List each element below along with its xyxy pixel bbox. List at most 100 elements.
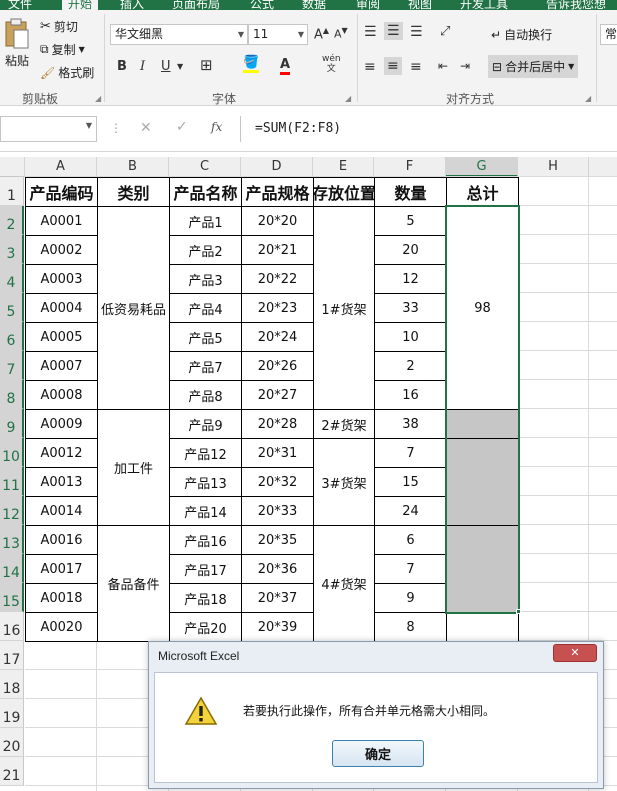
table-cell-spec[interactable]: 20*33 — [241, 496, 314, 526]
table-cell-quantity[interactable]: 15 — [374, 467, 447, 497]
table-cell-quantity[interactable]: 7 — [374, 438, 447, 468]
table-cell-name[interactable]: 产品9 — [169, 409, 242, 439]
align-left-icon[interactable]: ≡ — [364, 59, 376, 75]
table-cell-location[interactable]: 4#货架 — [313, 525, 375, 642]
column-header-c[interactable]: C — [169, 157, 241, 177]
table-cell-quantity[interactable]: 24 — [374, 496, 447, 526]
header-cell-location[interactable]: 存放位置 — [313, 177, 375, 207]
table-cell-quantity[interactable]: 5 — [374, 206, 447, 236]
row-header-6[interactable]: 6 — [0, 322, 24, 351]
table-cell-quantity[interactable]: 20 — [374, 235, 447, 265]
row-header-21[interactable]: 21 — [0, 757, 24, 786]
table-cell-spec[interactable]: 20*24 — [241, 322, 314, 352]
underline-button[interactable]: U — [161, 59, 171, 74]
table-cell-name[interactable]: 产品20 — [169, 612, 242, 642]
table-cell-quantity[interactable]: 33 — [374, 293, 447, 323]
italic-button[interactable]: I — [140, 59, 145, 74]
table-cell-location[interactable]: 2#货架 — [313, 409, 375, 439]
table-cell-name[interactable]: 产品18 — [169, 583, 242, 613]
table-cell-spec[interactable]: 20*21 — [241, 235, 314, 265]
row-header-16[interactable]: 16 — [0, 612, 24, 641]
row-header-12[interactable]: 12 — [0, 496, 24, 525]
table-cell-code[interactable]: A0012 — [25, 438, 98, 468]
dialog-close-button[interactable]: ✕ — [553, 644, 597, 662]
font-size-combo[interactable]: 11 ▼ — [248, 24, 308, 45]
row-header-3[interactable]: 3 — [0, 235, 24, 264]
header-cell-quantity[interactable]: 数量 — [374, 177, 447, 207]
table-cell-code[interactable]: A0004 — [25, 293, 98, 323]
table-cell-total-empty[interactable] — [446, 525, 519, 613]
tab-view[interactable]: 视图 — [408, 0, 432, 10]
row-header-10[interactable]: 10 — [0, 438, 24, 467]
tab-formulas[interactable]: 公式 — [250, 0, 274, 10]
table-cell-name[interactable]: 产品4 — [169, 293, 242, 323]
row-header-11[interactable]: 11 — [0, 467, 24, 496]
paste-button[interactable]: 粘贴 — [4, 18, 30, 69]
increase-indent-icon[interactable]: ⇥ — [460, 59, 470, 73]
table-cell-spec[interactable]: 20*39 — [241, 612, 314, 642]
table-cell-code[interactable]: A0005 — [25, 322, 98, 352]
tell-me-box[interactable]: 告诉我您想 — [546, 0, 606, 10]
table-cell-name[interactable]: 产品5 — [169, 322, 242, 352]
table-cell-name[interactable]: 产品1 — [169, 206, 242, 236]
row-header-20[interactable]: 20 — [0, 728, 24, 757]
table-cell-quantity[interactable]: 7 — [374, 554, 447, 584]
row-header-19[interactable]: 19 — [0, 699, 24, 728]
table-cell-name[interactable]: 产品3 — [169, 264, 242, 294]
table-cell-spec[interactable]: 20*23 — [241, 293, 314, 323]
column-header-e[interactable]: E — [313, 157, 374, 177]
table-cell-name[interactable]: 产品16 — [169, 525, 242, 555]
merge-center-button[interactable]: ⊟ 合并后居中 ▼ — [488, 55, 579, 78]
table-cell-spec[interactable]: 20*20 — [241, 206, 314, 236]
column-header-h[interactable]: H — [518, 157, 589, 177]
column-header-g[interactable]: G — [446, 157, 518, 177]
row-header-14[interactable]: 14 — [0, 554, 24, 583]
table-cell-code[interactable]: A0008 — [25, 380, 98, 410]
table-cell-quantity[interactable]: 12 — [374, 264, 447, 294]
table-cell-name[interactable]: 产品13 — [169, 467, 242, 497]
borders-icon[interactable]: ⊞ — [200, 56, 213, 74]
align-right-icon[interactable]: ≡ — [410, 59, 422, 75]
bold-button[interactable]: B — [117, 59, 127, 74]
table-cell-quantity[interactable]: 10 — [374, 322, 447, 352]
column-header-a[interactable]: A — [25, 157, 97, 177]
formula-input[interactable]: =SUM(F2:F8) — [240, 116, 617, 142]
table-cell-name[interactable]: 产品17 — [169, 554, 242, 584]
cancel-icon[interactable]: ✕ — [140, 120, 152, 136]
cut-button[interactable]: ✂ 剪切 — [40, 18, 78, 35]
table-cell-spec[interactable]: 20*37 — [241, 583, 314, 613]
header-cell-total[interactable]: 总计 — [446, 177, 519, 207]
table-cell-code[interactable]: A0003 — [25, 264, 98, 294]
format-painter-button[interactable]: 🖌 格式刷 — [40, 64, 94, 81]
align-center-icon[interactable]: ≡ — [384, 57, 402, 75]
row-header-13[interactable]: 13 — [0, 525, 24, 554]
align-bottom-icon[interactable]: ☰ — [410, 24, 423, 40]
phonetic-icon[interactable]: wén 文 — [322, 54, 341, 74]
table-cell-quantity[interactable]: 6 — [374, 525, 447, 555]
table-cell-name[interactable]: 产品7 — [169, 351, 242, 381]
chevron-down-icon[interactable]: ▼ — [177, 62, 183, 71]
table-cell-spec[interactable]: 20*22 — [241, 264, 314, 294]
row-header-7[interactable]: 7 — [0, 351, 24, 380]
table-cell-spec[interactable]: 20*28 — [241, 409, 314, 439]
row-header-5[interactable]: 5 — [0, 293, 24, 322]
column-header-f[interactable]: F — [374, 157, 446, 177]
table-cell-code[interactable]: A0017 — [25, 554, 98, 584]
row-header-9[interactable]: 9 — [0, 409, 24, 438]
align-top-icon[interactable]: ☰ — [364, 24, 377, 40]
table-cell-code[interactable]: A0007 — [25, 351, 98, 381]
ok-button[interactable]: 确定 — [332, 740, 424, 767]
row-header-1[interactable]: 1 — [0, 177, 24, 206]
table-cell-category[interactable]: 加工件 — [97, 409, 170, 526]
number-format-combo[interactable]: 常 — [600, 24, 617, 45]
table-cell-spec[interactable]: 20*31 — [241, 438, 314, 468]
header-cell-category[interactable]: 类别 — [97, 177, 170, 207]
tab-insert[interactable]: 插入 — [120, 0, 144, 10]
table-cell-name[interactable]: 产品12 — [169, 438, 242, 468]
fill-color-icon[interactable]: 🪣 — [243, 56, 260, 73]
column-header-d[interactable]: D — [241, 157, 313, 177]
header-cell-code[interactable]: 产品编码 — [25, 177, 98, 207]
clipboard-launcher-icon[interactable]: ◢ — [95, 94, 101, 103]
table-cell-total[interactable]: 98 — [446, 206, 519, 410]
wrap-text-button[interactable]: ↵ 自动换行 — [491, 26, 552, 43]
